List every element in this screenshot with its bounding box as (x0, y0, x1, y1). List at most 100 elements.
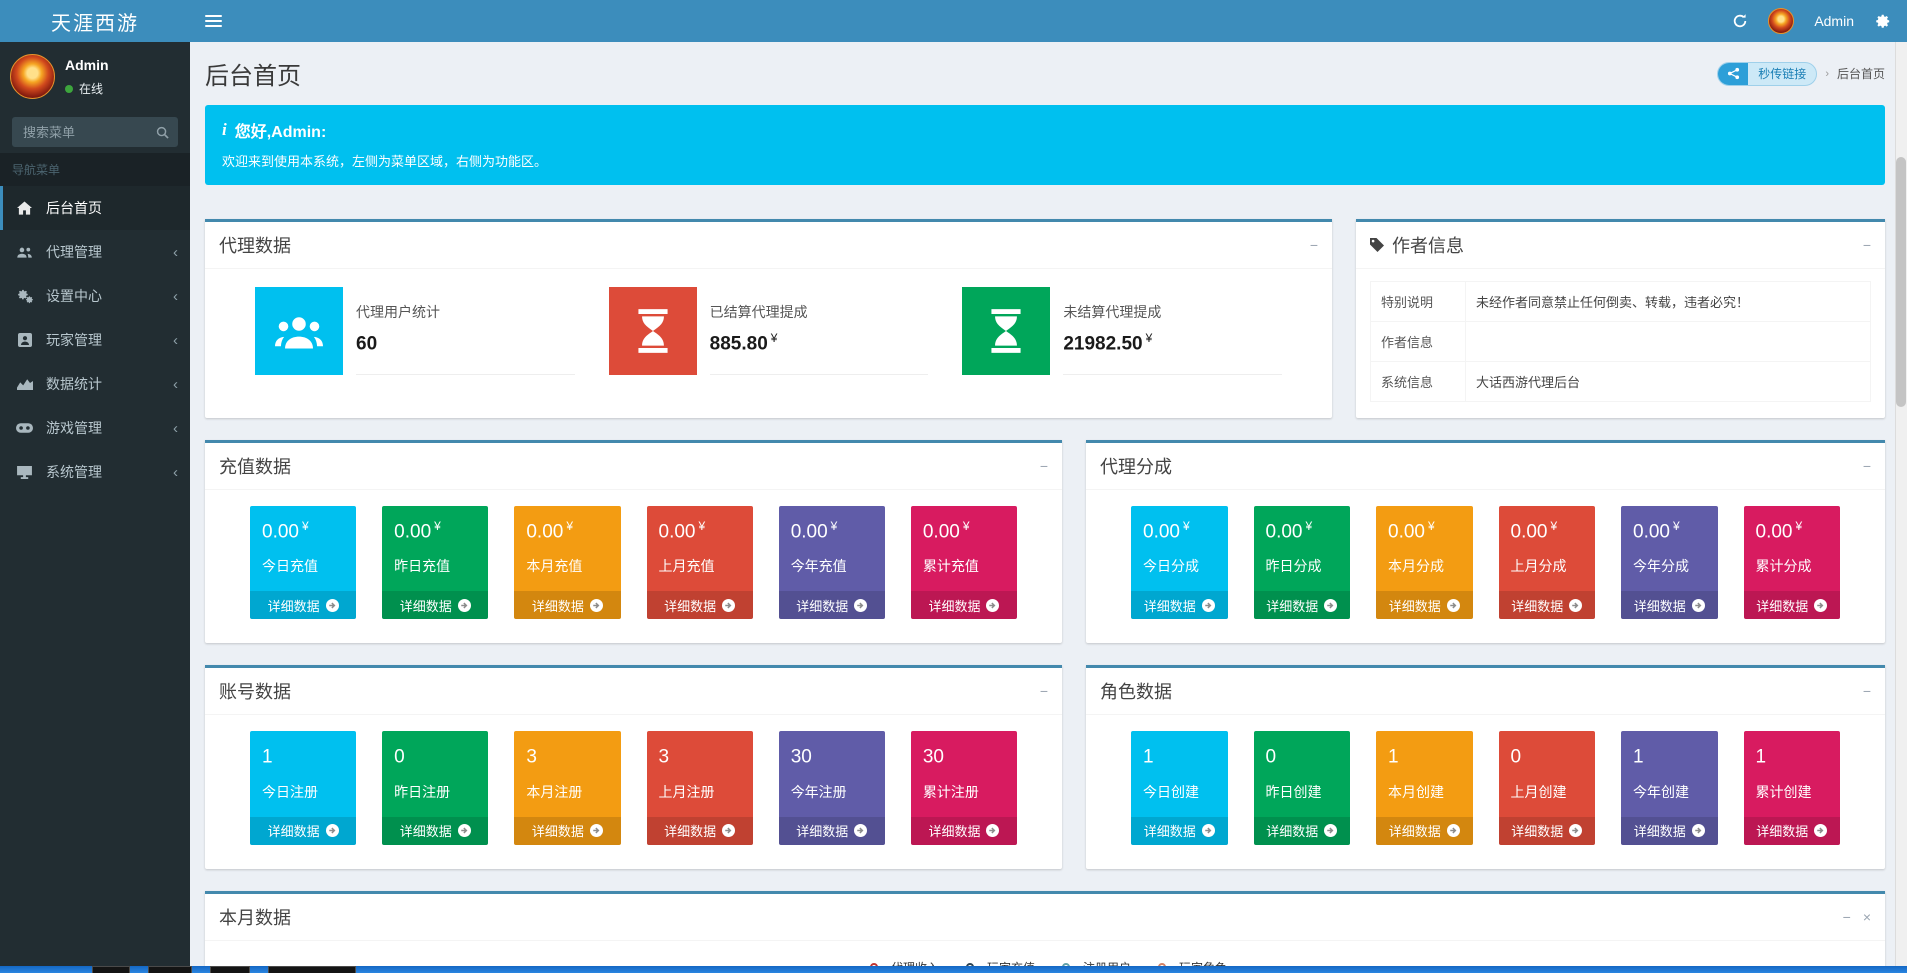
taskbar-item[interactable] (92, 966, 130, 973)
tile-label: 今日注册 (262, 782, 344, 802)
menu-search-input[interactable] (23, 125, 156, 140)
tile-detail-link[interactable]: 详细数据 (250, 591, 356, 619)
tile-label: 上月充值 (659, 556, 741, 576)
collapse-icon[interactable] (1863, 459, 1871, 473)
tile-label: 今年创建 (1633, 782, 1706, 802)
tile-detail-link[interactable]: 详细数据 (382, 817, 488, 845)
users-icon (255, 287, 343, 375)
sidebar-avatar[interactable] (10, 54, 55, 99)
gears-icon[interactable] (1874, 13, 1891, 30)
callout-title: 您好,Admin: (235, 118, 327, 142)
sidebar-item-label: 玩家管理 (46, 330, 102, 350)
tile-detail-link[interactable]: 详细数据 (1744, 817, 1841, 845)
navbar-username[interactable]: Admin (1814, 13, 1854, 29)
tile-detail-link[interactable]: 详细数据 (1376, 591, 1473, 619)
status-label: 在线 (79, 80, 103, 97)
sidebar-item-players[interactable]: 玩家管理 (0, 318, 190, 362)
brand-logo[interactable]: 天涯西游 (0, 0, 190, 42)
arrow-circle-right-icon (1202, 599, 1215, 612)
sidebar-item-statistics[interactable]: 数据统计 (0, 362, 190, 406)
tile-value: 0 (1511, 744, 1584, 768)
stat-tile: 1今日创建 详细数据 (1131, 731, 1228, 844)
extension-badge[interactable]: 秒传链接 (1717, 62, 1817, 86)
close-icon[interactable] (1863, 910, 1871, 924)
tile-detail-link[interactable]: 详细数据 (250, 817, 356, 845)
navbar-avatar[interactable] (1768, 8, 1794, 34)
page-scrollbar-thumb[interactable] (1896, 157, 1906, 407)
stat-label: 未结算代理提成 (1063, 304, 1161, 320)
tile-label: 本月分成 (1388, 556, 1461, 576)
sidebar-item-agents[interactable]: 代理管理 (0, 230, 190, 274)
tile-detail-link[interactable]: 详细数据 (779, 817, 885, 845)
sidebar-item-settings[interactable]: 设置中心 (0, 274, 190, 318)
sidebar-item-label: 设置中心 (46, 286, 102, 306)
taskbar-item[interactable] (210, 966, 250, 973)
tile-detail-link[interactable]: 详细数据 (1376, 817, 1473, 845)
tile-label: 上月创建 (1511, 782, 1584, 802)
collapse-icon[interactable] (1863, 238, 1871, 252)
sidebar-item-label: 游戏管理 (46, 418, 102, 438)
welcome-callout: 您好,Admin: 欢迎来到使用本系统，左侧为菜单区域，右侧为功能区。 (205, 105, 1885, 185)
tile-label: 累计创建 (1756, 782, 1829, 802)
search-icon[interactable] (156, 126, 169, 139)
page-title: 后台首页 (205, 56, 301, 91)
tile-detail-link[interactable]: 详细数据 (911, 817, 1017, 845)
breadcrumb-current[interactable]: 后台首页 (1837, 65, 1885, 82)
arrow-circle-right-icon (1692, 824, 1705, 837)
sidebar-item-home[interactable]: 后台首页 (0, 186, 190, 230)
tile-detail-link[interactable]: 详细数据 (779, 591, 885, 619)
tile-detail-link[interactable]: 详细数据 (911, 591, 1017, 619)
tile-detail-link[interactable]: 详细数据 (1131, 817, 1228, 845)
tile-value: 1 (1143, 744, 1216, 768)
chevron-left-icon (173, 244, 178, 261)
taskbar-strip (0, 966, 1907, 973)
refresh-icon[interactable] (1732, 13, 1748, 29)
arrow-circle-right-icon (1692, 599, 1705, 612)
collapse-icon[interactable] (1040, 684, 1048, 698)
sidebar-status[interactable]: 在线 (65, 80, 109, 97)
tile-detail-link[interactable]: 详细数据 (1499, 591, 1596, 619)
tile-detail-link[interactable]: 详细数据 (1131, 591, 1228, 619)
tile-detail-link[interactable]: 详细数据 (514, 591, 620, 619)
sidebar-user-panel: Admin 在线 (0, 42, 190, 109)
stat-tile: 0.00¥本月分成 详细数据 (1376, 506, 1473, 619)
brand-title: 天涯西游 (51, 7, 139, 36)
collapse-icon[interactable] (1040, 459, 1048, 473)
row-value: 未经作者同意禁止任何倒卖、转载，违者必究！ (1466, 282, 1871, 322)
taskbar-item[interactable] (148, 966, 192, 973)
taskbar-item[interactable] (268, 966, 356, 973)
tile-detail-link[interactable]: 详细数据 (647, 817, 753, 845)
tile-label: 累计充值 (923, 556, 1005, 576)
desktop-icon (15, 466, 34, 479)
sidebar-item-system[interactable]: 系统管理 (0, 450, 190, 494)
sidebar-toggle-button[interactable] (190, 0, 236, 42)
arrow-circle-right-icon (1202, 824, 1215, 837)
table-row: 系统信息 大话西游代理后台 (1371, 362, 1871, 402)
chevron-left-icon (173, 288, 178, 305)
panel-title: 本月数据 (219, 904, 291, 930)
sidebar-menu: 后台首页 代理管理 设置中心 玩家管理 数据统计 游戏管理 (0, 186, 190, 494)
sidebar-item-label: 数据统计 (46, 374, 102, 394)
tile-detail-link[interactable]: 详细数据 (1744, 591, 1841, 619)
collapse-icon[interactable] (1310, 238, 1318, 252)
tile-detail-link[interactable]: 详细数据 (514, 817, 620, 845)
home-icon (15, 201, 34, 215)
panel-commission-data: 代理分成 0.00¥今日分成 详细数据 0.00¥昨日分成 详细数据 0.00¥… (1086, 440, 1885, 643)
stat-tile: 0.00¥累计充值 详细数据 (911, 506, 1017, 619)
tile-detail-link[interactable]: 详细数据 (1254, 591, 1351, 619)
collapse-icon[interactable] (1863, 684, 1871, 698)
tile-detail-link[interactable]: 详细数据 (1499, 817, 1596, 845)
tile-detail-link[interactable]: 详细数据 (1621, 591, 1718, 619)
sidebar-item-games[interactable]: 游戏管理 (0, 406, 190, 450)
page-scrollbar-track[interactable] (1895, 42, 1907, 973)
stat-tile: 0.00¥累计分成 详细数据 (1744, 506, 1841, 619)
tile-detail-link[interactable]: 详细数据 (1621, 817, 1718, 845)
stat-unsettled-commission: 未结算代理提成 21982.50¥ (962, 287, 1282, 375)
tile-value: 0.00¥ (1266, 519, 1339, 543)
tag-icon (1370, 238, 1384, 252)
tile-detail-link[interactable]: 详细数据 (1254, 817, 1351, 845)
tile-detail-link[interactable]: 详细数据 (647, 591, 753, 619)
collapse-icon[interactable] (1843, 910, 1851, 924)
tile-detail-link[interactable]: 详细数据 (382, 591, 488, 619)
arrow-circle-right-icon (722, 824, 735, 837)
